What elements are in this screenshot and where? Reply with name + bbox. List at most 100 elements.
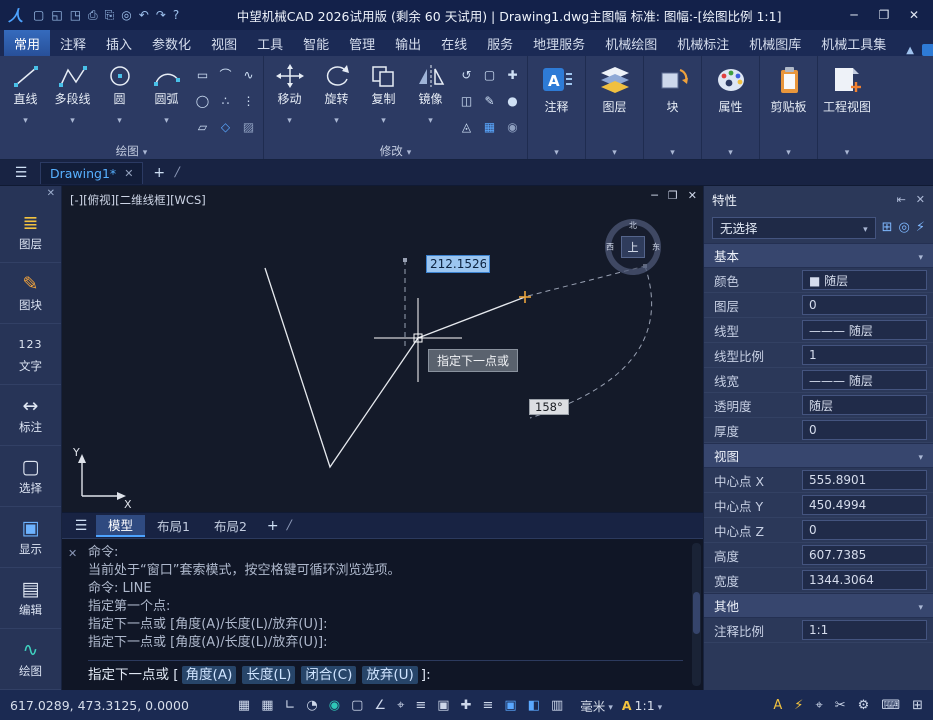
layer-button[interactable]: 图层	[586, 59, 643, 142]
ribbon-tab[interactable]: 智能	[293, 30, 339, 56]
modify-extra-tool-icon[interactable]: ✎	[478, 88, 501, 114]
chevron-down-icon[interactable]	[287, 108, 292, 127]
property-value[interactable]: 607.7385	[802, 545, 927, 565]
quick-access-icon[interactable]: ◳	[70, 8, 81, 22]
draw-extra-tool-icon[interactable]: ⌒	[214, 62, 237, 88]
status-toggle-icon[interactable]: ▦	[261, 698, 273, 713]
ribbon-tab[interactable]: 工具	[247, 30, 293, 56]
ribbon-style-icon[interactable]	[922, 44, 933, 56]
ribbon-tab[interactable]: 视图	[201, 30, 247, 56]
ribbon-tab[interactable]: 插入	[96, 30, 142, 56]
ribbon-tab[interactable]: 机械绘图	[595, 30, 667, 56]
quick-access-icon[interactable]: ◎	[121, 8, 131, 22]
property-value[interactable]: 1	[802, 345, 927, 365]
status-toggle-icon[interactable]: ◔	[306, 698, 317, 713]
status-tool-icon[interactable]: A	[773, 698, 782, 713]
line-tool-button[interactable]: 直线	[3, 59, 48, 142]
rotate-tool-button[interactable]: 旋转	[314, 59, 359, 142]
annotate-group-label[interactable]	[528, 142, 585, 159]
scrollbar-thumb[interactable]	[693, 592, 700, 634]
quick-access-icon[interactable]: ◱	[51, 8, 62, 22]
status-toggle-icon[interactable]: ▦	[238, 698, 250, 713]
engineering-view-button[interactable]: 工程视图	[818, 59, 876, 142]
selection-dropdown[interactable]: 无选择	[712, 217, 876, 239]
ribbon-tab[interactable]: 常用	[4, 30, 50, 56]
mirror-tool-button[interactable]: 镜像	[408, 59, 453, 142]
section-header-misc[interactable]: 其他	[704, 593, 933, 618]
draw-extra-tool-icon[interactable]: ◯	[191, 88, 214, 114]
left-toolbar-item[interactable]: ▤ 编辑	[0, 568, 61, 629]
modify-extra-tool-icon[interactable]: ●	[501, 88, 524, 114]
draw-extra-tool-icon[interactable]: ▭	[191, 62, 214, 88]
chevron-down-icon[interactable]	[428, 108, 433, 127]
engineering-view-group-label[interactable]	[818, 142, 876, 159]
quick-access-icon[interactable]: ⎙	[88, 8, 98, 23]
document-tab[interactable]: Drawing1* ✕	[40, 162, 143, 184]
properties-button[interactable]: 属性	[702, 59, 759, 142]
minimize-button[interactable]: ─	[839, 8, 869, 22]
layer-group-label[interactable]	[586, 142, 643, 159]
drawing-canvas[interactable]: Y X [-][俯视][二维线框][WCS] ─ ❐ ✕ 北 西 东 上 指定下…	[62, 186, 703, 512]
ribbon-tab[interactable]: 机械标注	[667, 30, 739, 56]
modify-extra-tool-icon[interactable]: ↺	[455, 62, 478, 88]
property-value[interactable]: 555.8901	[802, 470, 927, 490]
status-toggle-icon[interactable]: ◧	[528, 698, 540, 713]
layout-menu-icon[interactable]: ☰	[68, 518, 94, 534]
add-layout-button[interactable]: +	[261, 518, 285, 534]
status-tool-icon[interactable]: ⌖	[815, 698, 822, 713]
viewcube-east-label[interactable]: 东	[652, 242, 660, 253]
quick-access-icon[interactable]: ⎘	[105, 8, 115, 23]
modify-extra-tool-icon[interactable]: ◬	[455, 114, 478, 140]
block-button[interactable]: 块	[644, 59, 701, 142]
left-toolbar-item[interactable]: ↔ 标注	[0, 385, 61, 446]
modify-extra-tool-icon[interactable]: ◫	[455, 88, 478, 114]
polyline-tool-button[interactable]: 多段线	[50, 59, 95, 142]
viewcube-top-face[interactable]: 上	[621, 236, 645, 258]
viewcube-north-label[interactable]: 北	[629, 220, 637, 231]
ribbon-tab[interactable]: 输出	[385, 30, 431, 56]
section-header-basic[interactable]: 基本	[704, 243, 933, 268]
property-value[interactable]: 随层	[802, 395, 927, 415]
command-option-chip[interactable]: 闭合(C)	[301, 666, 356, 684]
copy-tool-button[interactable]: 复制	[361, 59, 406, 142]
status-toggle-icon[interactable]: ≡	[483, 698, 494, 713]
status-tool-icon[interactable]: ⚙	[858, 698, 870, 713]
chevron-up-icon[interactable]: ▲	[906, 45, 914, 56]
modify-extra-tool-icon[interactable]: ✚	[501, 62, 524, 88]
ribbon-tab[interactable]: 机械工具集	[811, 30, 896, 56]
quick-calc-icon[interactable]: ⚡	[916, 220, 925, 235]
new-tab-button[interactable]: +	[149, 165, 169, 181]
dynamic-dimension-input[interactable]	[426, 255, 490, 273]
status-toggle-icon[interactable]: ▣	[504, 698, 516, 713]
status-toggle-icon[interactable]: ✚	[461, 698, 472, 713]
pin-icon[interactable]: ⇤	[897, 193, 906, 206]
left-toolbar-item[interactable]: ▣ 显示	[0, 507, 61, 568]
command-scrollbar[interactable]	[692, 543, 701, 686]
arc-tool-button[interactable]: 圆弧	[144, 59, 189, 142]
quick-access-icon[interactable]: ↷	[156, 8, 166, 22]
toggle-pickadd-icon[interactable]: ⊞	[882, 220, 893, 235]
chevron-down-icon[interactable]	[117, 108, 122, 127]
status-tool-icon[interactable]: ⚡	[794, 698, 803, 713]
ribbon-tab[interactable]: 服务	[477, 30, 523, 56]
layout-tab[interactable]: 布局1	[145, 515, 202, 537]
ribbon-tab[interactable]: 注释	[50, 30, 96, 56]
ribbon-tab[interactable]: 管理	[339, 30, 385, 56]
command-option-chip[interactable]: 角度(A)	[182, 666, 237, 684]
status-tool-icon[interactable]: ⊞	[912, 698, 923, 713]
status-toggle-icon[interactable]: ⌖	[397, 698, 404, 713]
chevron-down-icon[interactable]	[70, 108, 75, 127]
maximize-button[interactable]: ❐	[869, 8, 899, 22]
properties-group-label[interactable]	[702, 142, 759, 159]
command-option-chip[interactable]: 长度(L)	[242, 666, 295, 684]
command-line-panel[interactable]: ✕ 命令:当前处于“窗口”套索模式，按空格键可循环浏览选项。命令: LINE指定…	[62, 538, 703, 690]
property-value[interactable]: ——— 随层	[802, 370, 927, 390]
quick-access-icon[interactable]: ▢	[33, 8, 44, 22]
draw-extra-tool-icon[interactable]: ∴	[214, 88, 237, 114]
property-value[interactable]: 1:1	[802, 620, 927, 640]
layout-tab[interactable]: 模型	[96, 515, 145, 537]
units-dropdown[interactable]: 毫米	[580, 696, 613, 715]
modify-extra-tool-icon[interactable]: ▦	[478, 114, 501, 140]
left-toolbar-item[interactable]: ∿ 绘图	[0, 629, 61, 690]
clipboard-button[interactable]: 剪贴板	[760, 59, 817, 142]
